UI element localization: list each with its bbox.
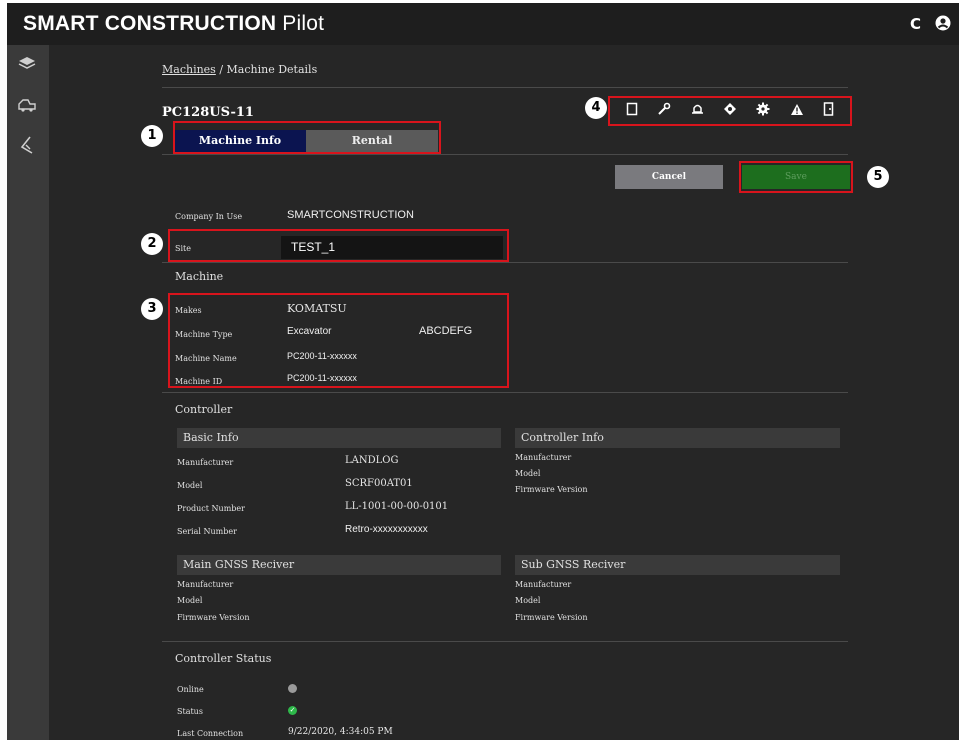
basic-manufacturer-value: LANDLOG [345, 455, 399, 466]
machine-id-label: Machine ID [175, 377, 223, 386]
divider [162, 87, 848, 88]
controller-status-heading: Controller Status [175, 652, 272, 665]
callout-marker-3: 3 [141, 298, 163, 320]
online-indicator [288, 684, 297, 693]
status-label: Status [177, 707, 203, 716]
basic-model-value: SCRF00AT01 [345, 478, 413, 489]
callout-marker-4: 4 [585, 97, 607, 119]
last-connection-label: Last Connection [177, 729, 244, 738]
brand-logo[interactable]: SMART CONSTRUCTION Pilot [7, 12, 324, 36]
sub-gnss-firmware-label: Firmware Version [515, 613, 588, 622]
status-ok-icon: ✓ [288, 706, 297, 715]
basic-serial-label: Serial Number [177, 527, 237, 536]
breadcrumb-current: Machine Details [226, 63, 318, 76]
basic-serial-value: Retro-xxxxxxxxxxx [345, 524, 428, 535]
controller-info-header: Controller Info [515, 428, 840, 448]
breadcrumb-machines-link[interactable]: Machines [162, 63, 216, 76]
divider [162, 154, 848, 155]
divider [162, 262, 848, 263]
controller-manufacturer-label: Manufacturer [515, 453, 572, 462]
cancel-button[interactable]: Cancel [615, 165, 723, 189]
online-label: Online [177, 685, 204, 694]
machine-id-value: PC200-11-xxxxxx [287, 373, 357, 383]
main-gnss-manufacturer-label: Manufacturer [177, 580, 234, 589]
main-gnss-model-label: Model [177, 596, 203, 605]
basic-manufacturer-label: Manufacturer [177, 458, 234, 467]
machine-section-heading: Machine [175, 270, 224, 283]
main-content: Machines / Machine Details PC128US-11 Ma… [49, 45, 959, 740]
basic-product-label: Product Number [177, 504, 245, 513]
controller-heading: Controller [175, 403, 233, 416]
callout-marker-2: 2 [141, 233, 163, 255]
highlight-box-save [739, 161, 853, 193]
machine-name-label: Machine Name [175, 354, 237, 363]
company-value: SMARTCONSTRUCTION [287, 209, 414, 221]
brand-name: SMART CONSTRUCTION [23, 12, 277, 35]
divider [162, 641, 848, 642]
survey-icon[interactable] [14, 135, 40, 157]
controller-firmware-label: Firmware Version [515, 485, 588, 494]
app-window: SMART CONSTRUCTION Pilot C Machines / Mac… [7, 3, 959, 740]
site-label: Site [175, 244, 191, 253]
layers-icon[interactable] [14, 55, 40, 77]
machine-type-label: Machine Type [175, 330, 233, 339]
refresh-icon[interactable]: C [910, 15, 921, 35]
machine-name-value: PC200-11-xxxxxx [287, 351, 357, 361]
breadcrumb-separator: / [219, 63, 224, 76]
basic-info-header: Basic Info [177, 428, 501, 448]
brand-product: Pilot [282, 12, 325, 35]
callout-marker-5: 5 [867, 166, 889, 188]
sub-gnss-model-label: Model [515, 596, 541, 605]
basic-model-label: Model [177, 481, 203, 490]
machine-type-value: Excavator [287, 326, 332, 337]
sidebar [7, 45, 49, 740]
screenshot-frame: SMART CONSTRUCTION Pilot C Machines / Mac… [0, 0, 959, 740]
site-input[interactable]: TEST_1 [281, 236, 503, 259]
last-connection-value: 9/22/2020, 4:34:05 PM [288, 727, 393, 737]
company-label: Company In Use [175, 212, 243, 221]
callout-marker-1: 1 [141, 125, 163, 147]
account-icon[interactable] [935, 15, 951, 35]
divider [162, 392, 848, 393]
machine-type-extra: ABCDEFG [419, 325, 473, 337]
sub-gnss-header: Sub GNSS Reciver [515, 555, 840, 575]
basic-product-value: LL-1001-00-00-0101 [345, 501, 449, 512]
controller-model-label: Model [515, 469, 541, 478]
makes-label: Makes [175, 306, 202, 315]
main-gnss-header: Main GNSS Reciver [177, 555, 501, 575]
sub-gnss-manufacturer-label: Manufacturer [515, 580, 572, 589]
makes-value: KOMATSU [287, 302, 347, 315]
page-title: PC128US-11 [162, 105, 254, 120]
main-gnss-firmware-label: Firmware Version [177, 613, 250, 622]
breadcrumb: Machines / Machine Details [162, 63, 317, 76]
highlight-box-actions [608, 96, 852, 126]
highlight-box-tabs [173, 121, 441, 154]
machines-icon[interactable] [14, 97, 40, 119]
top-bar: SMART CONSTRUCTION Pilot C [7, 3, 959, 45]
